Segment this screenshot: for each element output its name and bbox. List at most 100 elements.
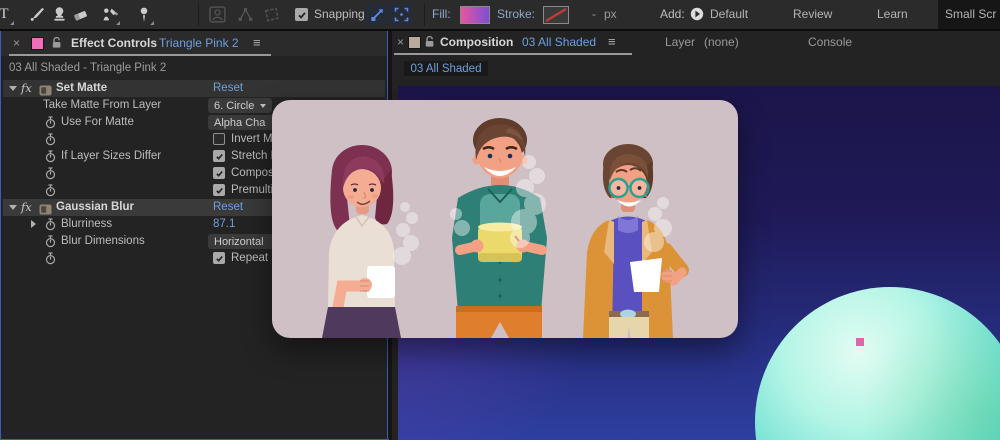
brush-tool[interactable] (26, 4, 46, 25)
check-icon (215, 169, 224, 178)
effect-name[interactable]: Set Matte (56, 82, 107, 94)
check-icon (297, 10, 307, 20)
chevron-down-icon (260, 104, 266, 108)
comp-mini-tab[interactable]: 03 All Shaded (404, 61, 488, 76)
add-label: Add: (660, 7, 685, 21)
chevron-right-icon[interactable] (31, 220, 36, 228)
figure-woman (322, 145, 419, 338)
panel-menu-icon[interactable]: ≡ (253, 35, 261, 50)
workspace-small-screen[interactable]: Small Scr (945, 7, 996, 21)
no-stroke-icon (544, 7, 568, 23)
stroke-unit: px (604, 7, 617, 21)
bounding-box-icon (394, 7, 409, 22)
tab-composition[interactable]: Composition (440, 35, 513, 49)
effect-name[interactable]: Gaussian Blur (56, 201, 134, 213)
close-panel-icon[interactable]: × (13, 36, 20, 50)
effect-controls-layer-name[interactable]: Triangle Pink 2 (159, 36, 239, 50)
property-label: Blur Dimensions (61, 235, 145, 247)
panel-menu-icon[interactable]: ≡ (608, 34, 616, 49)
eraser-icon (72, 6, 89, 23)
workspace-learn[interactable]: Learn (877, 7, 908, 21)
eraser-tool[interactable] (70, 4, 90, 25)
layer-tab-target: (none) (704, 35, 739, 49)
effect-controls-subtitle: 03 All Shaded - Triangle Pink 2 (9, 62, 166, 74)
stroke-swatch[interactable] (543, 6, 569, 24)
type-tool[interactable]: T (0, 4, 14, 25)
check-icon (215, 254, 224, 263)
workspace-review[interactable]: Review (793, 7, 832, 21)
type-tool-icon: T (0, 6, 9, 23)
tab-effect-controls[interactable]: Effect Controls (71, 36, 157, 50)
snap-bounding-box-button[interactable] (390, 3, 412, 25)
vertex-tool-disabled (235, 4, 255, 25)
property-label: Take Matte From Layer (43, 99, 161, 111)
effect-header-set-matte[interactable]: fx Set Matte Reset (1, 80, 387, 97)
puppet-pin-tool[interactable] (134, 4, 154, 25)
brush-icon (28, 6, 45, 23)
stretch-matte-checkbox[interactable] (213, 150, 225, 162)
puppet-pin-icon (136, 6, 152, 23)
roto-brush-tool[interactable] (100, 4, 120, 25)
premultiply-matte-checkbox[interactable] (213, 184, 225, 196)
free-transform-tool-disabled (261, 4, 281, 25)
stopwatch-icon[interactable] (45, 252, 56, 270)
clone-stamp-tool[interactable] (49, 4, 69, 25)
composite-matte-checkbox[interactable] (213, 167, 225, 179)
chevron-down-icon[interactable] (9, 86, 17, 91)
reset-link[interactable]: Reset (213, 82, 243, 94)
dropdown-value: Horizontal (214, 236, 264, 248)
layer-anchor-handle[interactable] (856, 338, 864, 346)
illustration-card (272, 100, 738, 338)
mask-feather-tool-disabled (207, 4, 227, 25)
check-icon (215, 152, 224, 161)
dropdown-value: Alpha Cha (214, 117, 265, 129)
layer-color-swatch (31, 37, 44, 50)
steam (393, 202, 419, 265)
figure-man (450, 118, 547, 338)
sphere-layer[interactable] (755, 287, 1000, 440)
lock-icon[interactable] (51, 36, 62, 54)
snap-arrow-icon (370, 7, 385, 22)
composition-comp-name[interactable]: 03 All Shaded (522, 35, 596, 49)
fx-badge: fx (21, 200, 32, 214)
add-flyout-icon[interactable] (690, 7, 704, 26)
workspace-default[interactable]: Default (710, 7, 748, 21)
snapping-checkbox[interactable] (295, 8, 308, 21)
fill-swatch[interactable] (460, 6, 490, 24)
fx-badge: fx (21, 81, 32, 95)
snap-along-edges-button[interactable] (366, 3, 388, 25)
top-toolbar: T Snapping (0, 0, 1000, 31)
stamp-icon (51, 6, 68, 23)
roto-brush-icon (101, 6, 119, 23)
active-tab-underline (9, 54, 271, 56)
tab-layer[interactable]: Layer (665, 35, 695, 49)
three-people-illustration (272, 100, 738, 338)
lock-icon[interactable] (424, 35, 435, 53)
checkbox-label: Invert M (231, 133, 273, 145)
stroke-width-value[interactable]: - (592, 7, 596, 21)
comp-mini-tab-label: 03 All Shaded (411, 63, 482, 75)
property-label: Use For Matte (61, 116, 134, 128)
comp-color-swatch (408, 36, 421, 49)
snapping-label: Snapping (314, 7, 365, 21)
toolbar-separator (198, 3, 199, 26)
property-label: Blurriness (61, 218, 112, 230)
chevron-down-icon[interactable] (9, 205, 17, 210)
active-tab-underline (394, 53, 632, 55)
invert-matte-checkbox[interactable] (213, 133, 225, 145)
tab-console[interactable]: Console (808, 35, 852, 49)
after-effects-window: T Snapping (0, 0, 1000, 440)
fill-label[interactable]: Fill: (432, 7, 451, 21)
figure-person-glasses (583, 144, 682, 338)
property-label: If Layer Sizes Differ (61, 150, 161, 162)
blurriness-value[interactable]: 87.1 (213, 218, 235, 230)
checkbox-label: Composi (231, 167, 276, 179)
stroke-label[interactable]: Stroke: (497, 7, 535, 21)
dropdown-value: 6. Circle (214, 100, 254, 112)
toolbar-separator (424, 3, 425, 26)
repeat-edge-checkbox[interactable] (213, 252, 225, 264)
take-matte-dropdown[interactable]: 6. Circle (208, 98, 272, 113)
reset-link[interactable]: Reset (213, 201, 243, 213)
close-panel-icon[interactable]: × (397, 35, 404, 49)
effect-controls-tab-bar: × Effect Controls Triangle Pink 2 ≡ (1, 31, 387, 56)
